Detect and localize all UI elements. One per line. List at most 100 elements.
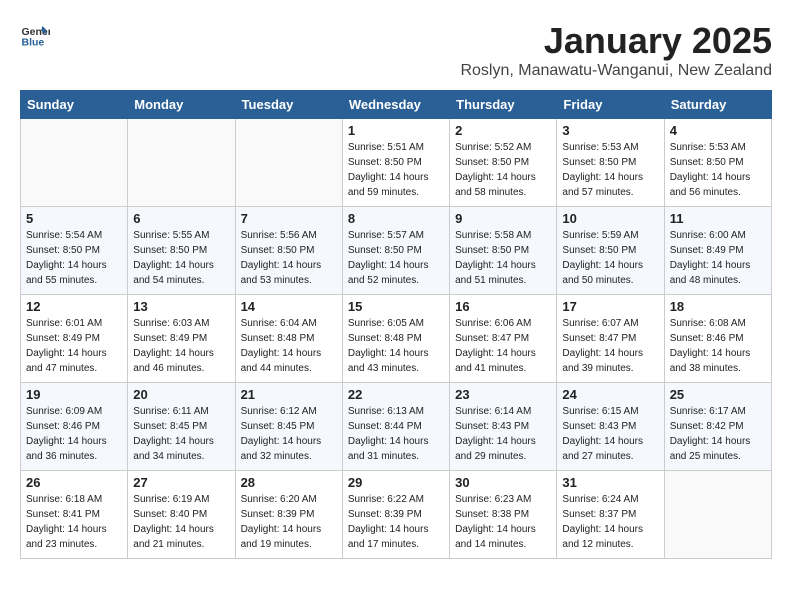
calendar-cell <box>128 119 235 207</box>
day-number: 15 <box>348 299 444 314</box>
calendar-cell: 13 Sunrise: 6:03 AM Sunset: 8:49 PM Dayli… <box>128 295 235 383</box>
calendar-week-row: 26 Sunrise: 6:18 AM Sunset: 8:41 PM Dayli… <box>21 471 772 559</box>
day-info: Sunrise: 5:59 AM Sunset: 8:50 PM Dayligh… <box>562 228 658 288</box>
title-block: January 2025 Roslyn, Manawatu-Wanganui, … <box>460 20 772 80</box>
calendar-cell: 1 Sunrise: 5:51 AM Sunset: 8:50 PM Daylig… <box>342 119 449 207</box>
day-number: 27 <box>133 475 229 490</box>
day-number: 22 <box>348 387 444 402</box>
day-info: Sunrise: 6:12 AM Sunset: 8:45 PM Dayligh… <box>241 404 337 464</box>
day-number: 28 <box>241 475 337 490</box>
calendar-cell: 16 Sunrise: 6:06 AM Sunset: 8:47 PM Dayli… <box>450 295 557 383</box>
calendar-cell: 14Sunrise: 6:04 AM Sunset: 8:48 PM Dayli… <box>235 295 342 383</box>
day-number: 30 <box>455 475 551 490</box>
day-number: 16 <box>455 299 551 314</box>
calendar-subtitle: Roslyn, Manawatu-Wanganui, New Zealand <box>460 62 772 80</box>
calendar-cell: 8 Sunrise: 5:57 AM Sunset: 8:50 PM Daylig… <box>342 207 449 295</box>
calendar-cell: 3 Sunrise: 5:53 AM Sunset: 8:50 PM Daylig… <box>557 119 664 207</box>
day-number: 23 <box>455 387 551 402</box>
calendar-cell: 17 Sunrise: 6:07 AM Sunset: 8:47 PM Dayli… <box>557 295 664 383</box>
calendar-cell: 9Sunrise: 5:58 AM Sunset: 8:50 PM Daylig… <box>450 207 557 295</box>
day-number: 13 <box>133 299 229 314</box>
day-info: Sunrise: 6:13 AM Sunset: 8:44 PM Dayligh… <box>348 404 444 464</box>
day-info: Sunrise: 5:57 AM Sunset: 8:50 PM Dayligh… <box>348 228 444 288</box>
svg-text:Blue: Blue <box>22 37 45 49</box>
day-info: Sunrise: 6:22 AM Sunset: 8:39 PM Dayligh… <box>348 492 444 552</box>
calendar-cell: 5Sunrise: 5:54 AM Sunset: 8:50 PM Daylig… <box>21 207 128 295</box>
calendar-cell: 7 Sunrise: 5:56 AM Sunset: 8:50 PM Daylig… <box>235 207 342 295</box>
weekday-header-sunday: Sunday <box>21 91 128 119</box>
day-number: 3 <box>562 123 658 138</box>
calendar-cell: 23 Sunrise: 6:14 AM Sunset: 8:43 PM Dayli… <box>450 383 557 471</box>
logo: General Blue <box>20 20 50 50</box>
calendar-cell: 30 Sunrise: 6:23 AM Sunset: 8:38 PM Dayli… <box>450 471 557 559</box>
weekday-header-monday: Monday <box>128 91 235 119</box>
calendar-cell: 18 Sunrise: 6:08 AM Sunset: 8:46 PM Dayli… <box>664 295 771 383</box>
day-info: Sunrise: 6:17 AM Sunset: 8:42 PM Dayligh… <box>670 404 766 464</box>
calendar-cell: 4Sunrise: 5:53 AM Sunset: 8:50 PM Daylig… <box>664 119 771 207</box>
day-number: 5 <box>26 211 122 226</box>
calendar-cell: 20Sunrise: 6:11 AM Sunset: 8:45 PM Dayli… <box>128 383 235 471</box>
calendar-cell <box>235 119 342 207</box>
calendar-cell: 15 Sunrise: 6:05 AM Sunset: 8:48 PM Dayli… <box>342 295 449 383</box>
day-info: Sunrise: 6:19 AM Sunset: 8:40 PM Dayligh… <box>133 492 229 552</box>
day-number: 1 <box>348 123 444 138</box>
day-info: Sunrise: 5:55 AM Sunset: 8:50 PM Dayligh… <box>133 228 229 288</box>
calendar-week-row: 5Sunrise: 5:54 AM Sunset: 8:50 PM Daylig… <box>21 207 772 295</box>
calendar-cell <box>664 471 771 559</box>
day-number: 7 <box>241 211 337 226</box>
calendar-cell: 28Sunrise: 6:20 AM Sunset: 8:39 PM Dayli… <box>235 471 342 559</box>
day-info: Sunrise: 6:08 AM Sunset: 8:46 PM Dayligh… <box>670 316 766 376</box>
page-header: General Blue January 2025 Roslyn, Manawa… <box>20 20 772 80</box>
day-number: 25 <box>670 387 766 402</box>
calendar-cell: 25 Sunrise: 6:17 AM Sunset: 8:42 PM Dayli… <box>664 383 771 471</box>
day-info: Sunrise: 6:01 AM Sunset: 8:49 PM Dayligh… <box>26 316 122 376</box>
day-info: Sunrise: 6:24 AM Sunset: 8:37 PM Dayligh… <box>562 492 658 552</box>
weekday-header-wednesday: Wednesday <box>342 91 449 119</box>
day-number: 19 <box>26 387 122 402</box>
calendar-cell: 29 Sunrise: 6:22 AM Sunset: 8:39 PM Dayli… <box>342 471 449 559</box>
calendar-cell: 11 Sunrise: 6:00 AM Sunset: 8:49 PM Dayli… <box>664 207 771 295</box>
weekday-header-tuesday: Tuesday <box>235 91 342 119</box>
day-info: Sunrise: 6:06 AM Sunset: 8:47 PM Dayligh… <box>455 316 551 376</box>
day-number: 10 <box>562 211 658 226</box>
calendar-cell: 24Sunrise: 6:15 AM Sunset: 8:43 PM Dayli… <box>557 383 664 471</box>
day-info: Sunrise: 5:53 AM Sunset: 8:50 PM Dayligh… <box>670 140 766 200</box>
weekday-header-saturday: Saturday <box>664 91 771 119</box>
day-number: 9 <box>455 211 551 226</box>
day-number: 8 <box>348 211 444 226</box>
day-number: 6 <box>133 211 229 226</box>
day-info: Sunrise: 6:23 AM Sunset: 8:38 PM Dayligh… <box>455 492 551 552</box>
calendar-cell: 21 Sunrise: 6:12 AM Sunset: 8:45 PM Dayli… <box>235 383 342 471</box>
day-info: Sunrise: 5:52 AM Sunset: 8:50 PM Dayligh… <box>455 140 551 200</box>
calendar-cell: 22 Sunrise: 6:13 AM Sunset: 8:44 PM Dayli… <box>342 383 449 471</box>
day-info: Sunrise: 5:53 AM Sunset: 8:50 PM Dayligh… <box>562 140 658 200</box>
weekday-header-friday: Friday <box>557 91 664 119</box>
calendar-cell: 2Sunrise: 5:52 AM Sunset: 8:50 PM Daylig… <box>450 119 557 207</box>
calendar-cell: 19Sunrise: 6:09 AM Sunset: 8:46 PM Dayli… <box>21 383 128 471</box>
day-info: Sunrise: 6:18 AM Sunset: 8:41 PM Dayligh… <box>26 492 122 552</box>
calendar-cell: 31 Sunrise: 6:24 AM Sunset: 8:37 PM Dayli… <box>557 471 664 559</box>
day-info: Sunrise: 6:03 AM Sunset: 8:49 PM Dayligh… <box>133 316 229 376</box>
day-number: 26 <box>26 475 122 490</box>
calendar-cell: 27 Sunrise: 6:19 AM Sunset: 8:40 PM Dayli… <box>128 471 235 559</box>
calendar-week-row: 12Sunrise: 6:01 AM Sunset: 8:49 PM Dayli… <box>21 295 772 383</box>
day-number: 24 <box>562 387 658 402</box>
day-number: 18 <box>670 299 766 314</box>
day-info: Sunrise: 6:00 AM Sunset: 8:49 PM Dayligh… <box>670 228 766 288</box>
weekday-header-thursday: Thursday <box>450 91 557 119</box>
calendar-cell <box>21 119 128 207</box>
calendar-week-row: 1 Sunrise: 5:51 AM Sunset: 8:50 PM Daylig… <box>21 119 772 207</box>
calendar-cell: 6 Sunrise: 5:55 AM Sunset: 8:50 PM Daylig… <box>128 207 235 295</box>
day-info: Sunrise: 5:51 AM Sunset: 8:50 PM Dayligh… <box>348 140 444 200</box>
calendar-title: January 2025 <box>460 20 772 62</box>
day-info: Sunrise: 6:07 AM Sunset: 8:47 PM Dayligh… <box>562 316 658 376</box>
day-number: 11 <box>670 211 766 226</box>
day-info: Sunrise: 6:05 AM Sunset: 8:48 PM Dayligh… <box>348 316 444 376</box>
day-number: 17 <box>562 299 658 314</box>
day-number: 20 <box>133 387 229 402</box>
day-number: 31 <box>562 475 658 490</box>
day-info: Sunrise: 6:14 AM Sunset: 8:43 PM Dayligh… <box>455 404 551 464</box>
day-number: 29 <box>348 475 444 490</box>
day-info: Sunrise: 5:56 AM Sunset: 8:50 PM Dayligh… <box>241 228 337 288</box>
day-number: 21 <box>241 387 337 402</box>
